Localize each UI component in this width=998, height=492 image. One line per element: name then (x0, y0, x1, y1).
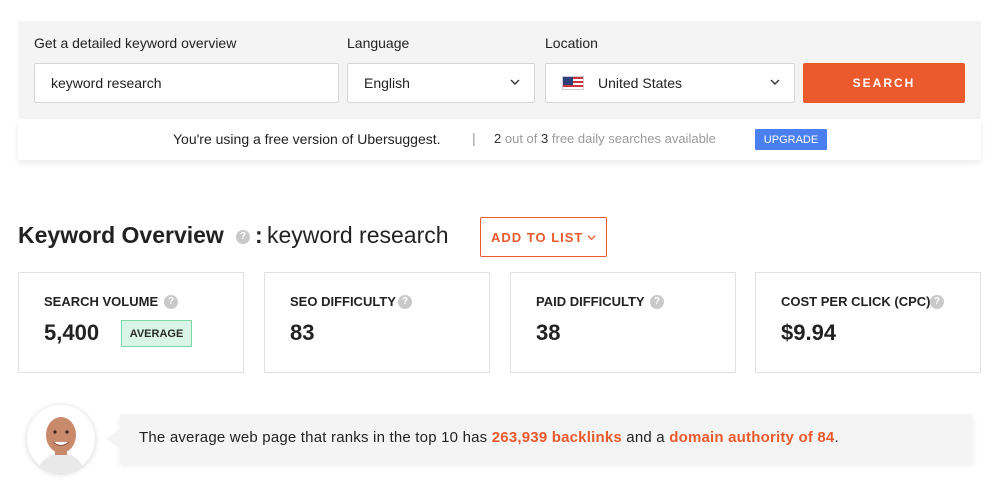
page-title: Keyword Overview (18, 222, 224, 248)
backlinks-highlight: 263,939 backlinks (491, 429, 622, 446)
add-to-list-label: ADD TO LIST (491, 229, 584, 245)
status-badge: AVERAGE (121, 320, 192, 347)
chevron-down-icon (770, 79, 780, 85)
quota-out-of: out of (504, 131, 538, 146)
domain-authority-highlight: domain authority of 84 (669, 429, 835, 446)
insight-prefix: The average web page that ranks in the t… (139, 429, 488, 446)
question-mark-icon[interactable]: ? (398, 295, 412, 309)
language-label: Language (347, 35, 410, 51)
add-to-list-button[interactable]: ADD TO LIST (480, 217, 607, 257)
quota-suffix: free daily searches available (551, 131, 716, 146)
metric-card-cpc: COST PER CLICK (CPC) ? $9.94 (755, 272, 981, 373)
location-select-value: United States (598, 75, 683, 91)
metric-label: SEARCH VOLUME (44, 294, 159, 309)
metric-value: 38 (536, 320, 561, 345)
keyword-input-value: keyword research (51, 75, 162, 91)
free-version-message: You're using a free version of Ubersugge… (173, 131, 441, 147)
search-panel: Get a detailed keyword overview keyword … (18, 21, 981, 119)
title-keyword: keyword research (267, 222, 449, 248)
user-avatar (27, 405, 95, 473)
metric-value: 83 (290, 320, 315, 345)
metric-label: COST PER CLICK (CPC) (781, 294, 931, 309)
insight-middle: and a (626, 429, 665, 446)
searches-limit: 3 (541, 131, 549, 146)
language-select[interactable]: English (347, 63, 535, 103)
location-label: Location (545, 35, 598, 51)
keyword-label: Get a detailed keyword overview (34, 35, 237, 51)
metric-value: $9.94 (781, 320, 837, 345)
metric-label: PAID DIFFICULTY (536, 294, 645, 309)
us-flag-icon (562, 76, 584, 90)
title-colon: : (255, 222, 263, 248)
searches-used: 2 (494, 131, 502, 146)
location-select[interactable]: United States (545, 63, 795, 103)
chevron-down-icon (587, 235, 596, 241)
insight-text: The average web page that ranks in the t… (139, 429, 839, 446)
free-version-notice: You're using a free version of Ubersugge… (18, 119, 981, 160)
metric-card-search-volume: SEARCH VOLUME ? 5,400 AVERAGE (18, 272, 244, 373)
question-mark-icon[interactable]: ? (236, 230, 250, 244)
question-mark-icon[interactable]: ? (930, 295, 944, 309)
question-mark-icon[interactable]: ? (164, 295, 178, 309)
language-select-value: English (364, 75, 410, 91)
metric-card-paid-difficulty: PAID DIFFICULTY ? 38 (510, 272, 736, 373)
insight-suffix: . (834, 429, 839, 446)
metric-card-seo-difficulty: SEO DIFFICULTY ? 83 (264, 272, 490, 373)
keyword-input[interactable]: keyword research (34, 63, 339, 103)
search-quota: 2 out of 3 free daily searches available (494, 131, 716, 146)
notice-separator: | (472, 130, 476, 146)
avatar-face (27, 405, 95, 473)
upgrade-button[interactable]: UPGRADE (755, 129, 827, 150)
search-button[interactable]: SEARCH (803, 63, 965, 103)
insight-banner: The average web page that ranks in the t… (106, 414, 973, 463)
question-mark-icon[interactable]: ? (650, 295, 664, 309)
chevron-down-icon (510, 79, 520, 85)
metric-value: 5,400 (44, 320, 100, 345)
metric-label: SEO DIFFICULTY (290, 294, 396, 309)
